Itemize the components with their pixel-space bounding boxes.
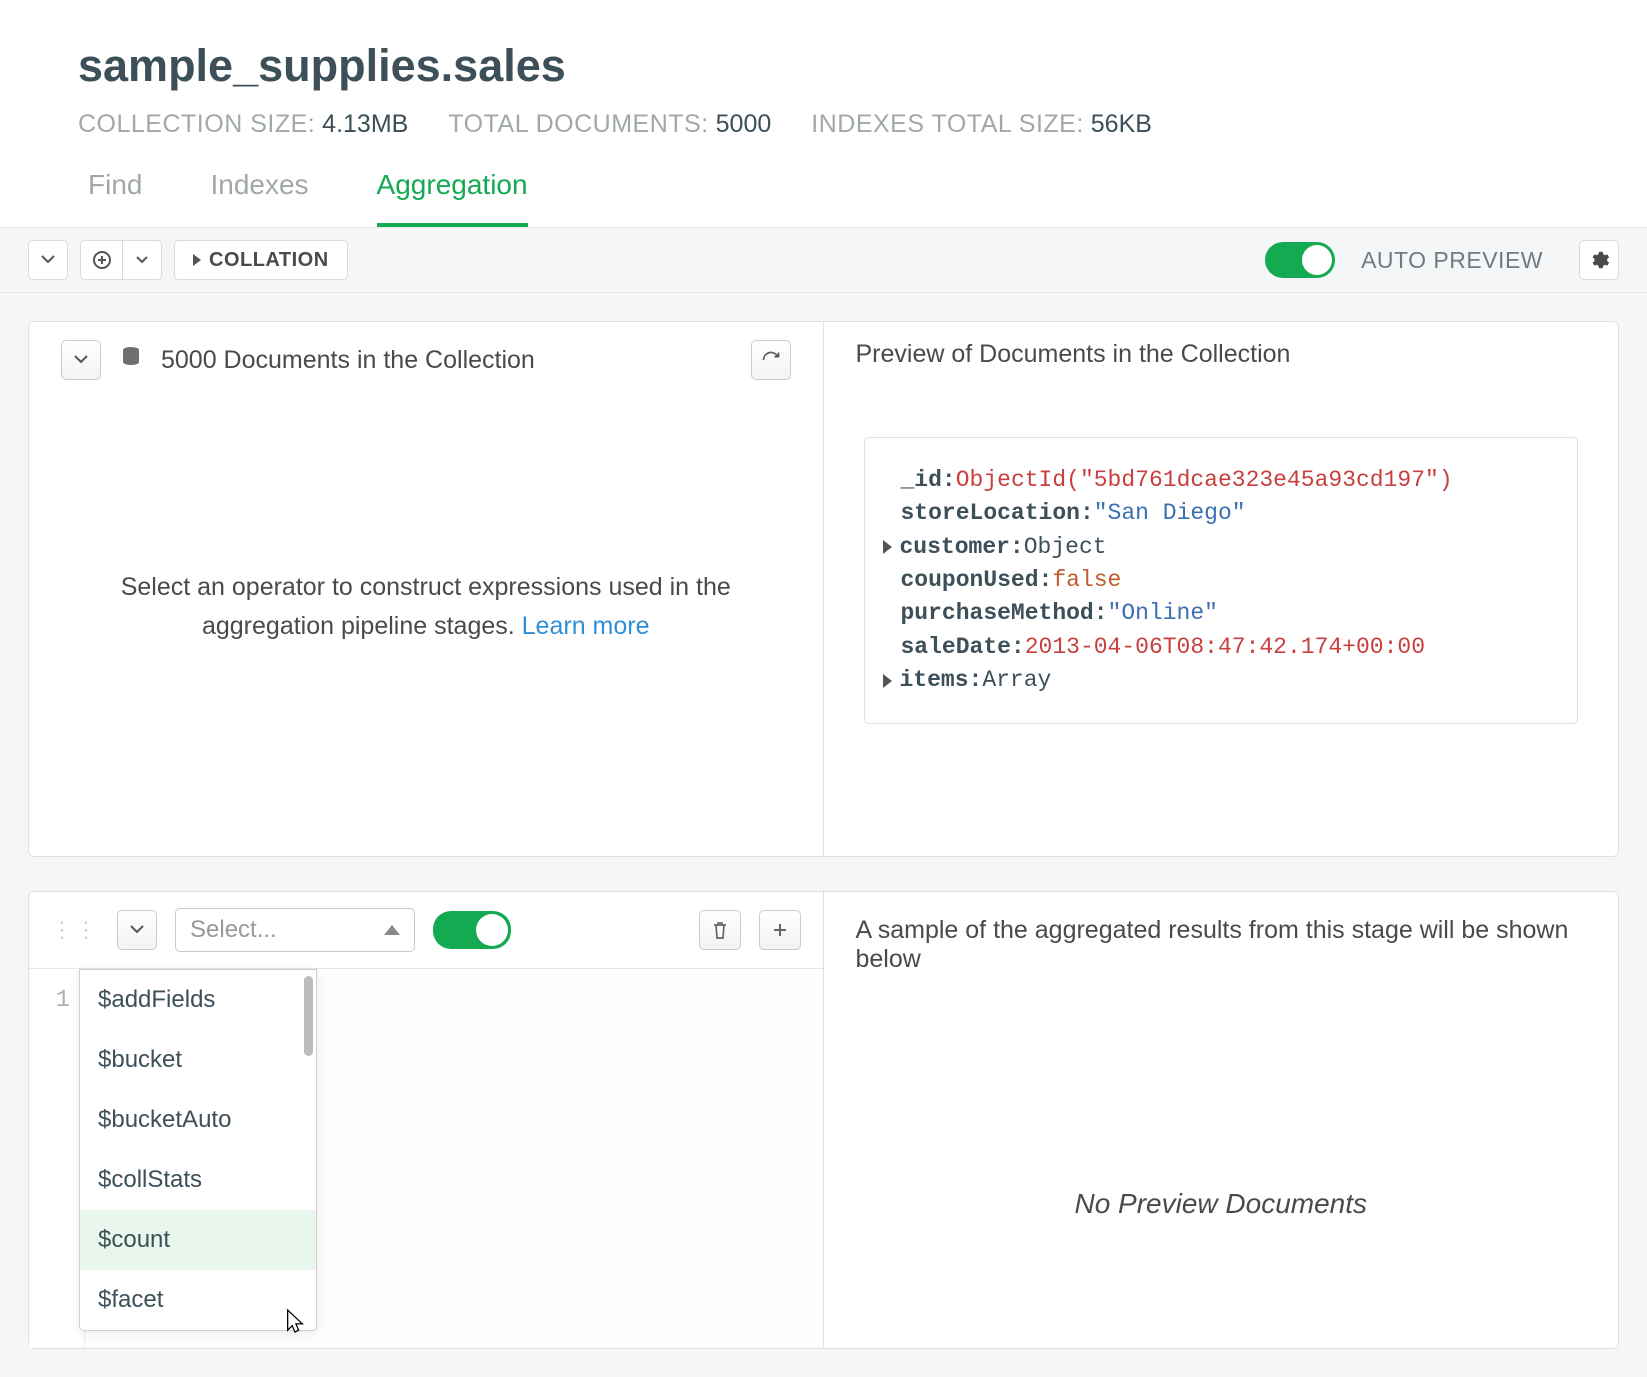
page-title: sample_supplies.sales [0,0,1647,110]
collation-label: COLLATION [209,249,329,272]
collapse-docs-button[interactable] [61,340,101,380]
toggle-knob [476,914,508,946]
gear-icon [1588,249,1610,271]
indexes-size-label: INDEXES TOTAL SIZE: [811,110,1084,138]
add-stage-after-button[interactable] [759,910,801,950]
tab-aggregation[interactable]: Aggregation [377,169,528,227]
refresh-icon [761,350,781,370]
operator-option[interactable]: $count [80,1210,316,1270]
expand-icon[interactable] [883,674,892,688]
documents-preview-card: 5000 Documents in the Collection Select … [28,321,1619,857]
operator-hint: Select an operator to construct expressi… [29,398,823,856]
caret-up-icon [384,925,400,935]
collection-tabs: Find Indexes Aggregation [0,169,1647,228]
collapse-stage-button[interactable] [117,910,157,950]
collection-stats: COLLECTION SIZE: 4.13MB TOTAL DOCUMENTS:… [0,110,1647,169]
scrollbar-thumb[interactable] [304,976,313,1056]
no-preview-message: No Preview Documents [824,998,1619,1220]
stage-select-placeholder: Select... [190,916,277,944]
chevron-down-icon [130,925,144,935]
learn-more-link[interactable]: Learn more [522,612,650,640]
settings-button[interactable] [1579,240,1619,280]
plus-circle-icon [93,251,111,269]
documents-count-title: 5000 Documents in the Collection [161,346,535,375]
drag-handle-icon[interactable]: ⋮⋮ [51,917,99,943]
caret-down-icon [136,256,148,264]
pipeline-menu-button[interactable] [28,240,68,280]
chevron-down-icon [74,355,88,365]
caret-right-icon [193,254,201,266]
total-documents-value: 5000 [716,110,772,138]
delete-stage-button[interactable] [699,910,741,950]
collection-size-value: 4.13MB [322,110,408,138]
toggle-knob [1302,245,1332,275]
stage-editor[interactable]: $addFields $bucket $bucketAuto $collStat… [85,969,823,1348]
plus-icon [772,922,788,938]
operator-options-dropdown: $addFields $bucket $bucketAuto $collStat… [79,969,317,1331]
collation-button[interactable]: COLLATION [174,240,348,280]
preview-title: Preview of Documents in the Collection [856,340,1291,369]
aggregation-toolbar: COLLATION AUTO PREVIEW [0,228,1647,293]
operator-option[interactable]: $facet [80,1270,316,1330]
tab-indexes[interactable]: Indexes [210,169,308,227]
editor-gutter: 1 [29,969,85,1348]
operator-option[interactable]: $bucketAuto [80,1090,316,1150]
stage-operator-select[interactable]: Select... [175,908,415,952]
refresh-button[interactable] [751,340,791,380]
trash-icon [711,920,729,940]
expand-icon[interactable] [883,540,892,554]
stage-preview-title: A sample of the aggregated results from … [824,892,1619,998]
operator-option[interactable]: $bucket [80,1030,316,1090]
document-preview: _id:ObjectId("5bd761dcae323e45a93cd197")… [864,437,1579,724]
auto-preview-label: AUTO PREVIEW [1361,247,1543,274]
stage-enabled-toggle[interactable] [433,911,511,949]
database-icon [119,345,143,376]
tab-find[interactable]: Find [88,169,142,227]
auto-preview-toggle[interactable] [1265,242,1335,278]
add-stage-dropdown[interactable] [122,240,162,280]
pipeline-stage-card: ⋮⋮ Select... 1 [28,891,1619,1349]
operator-option[interactable]: $collStats [80,1150,316,1210]
operator-option[interactable]: $addFields [80,970,316,1030]
indexes-size-value: 56KB [1091,110,1152,138]
add-stage-button[interactable] [80,240,122,280]
chevron-down-icon [41,255,55,265]
total-documents-label: TOTAL DOCUMENTS: [448,110,708,138]
collection-size-label: COLLECTION SIZE: [78,110,315,138]
